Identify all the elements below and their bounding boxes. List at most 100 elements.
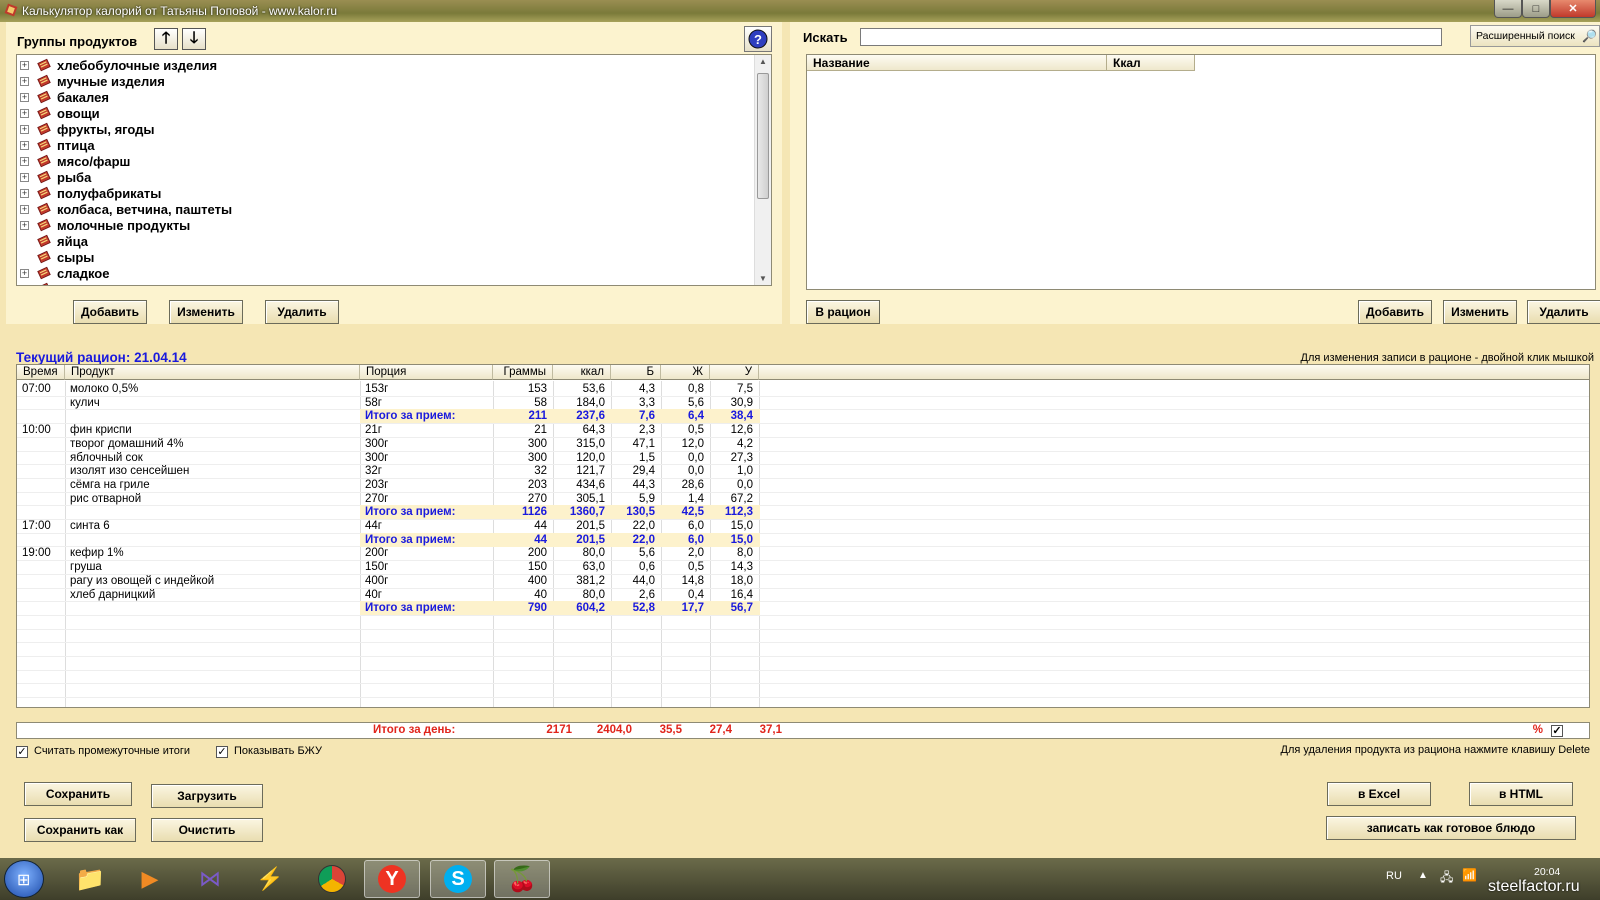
signal-icon[interactable]: 📶 [1462, 868, 1477, 882]
tree-item-group[interactable]: яйца [17, 233, 752, 249]
meal-total-row[interactable]: Итого за прием: 790 604,2 52,8 17,7 56,7 [360, 601, 760, 616]
expand-icon[interactable]: + [20, 76, 29, 86]
diet-table[interactable]: Время Продукт Порция Граммы ккал Б Ж У 07:00 мол… [16, 364, 1590, 708]
taskbar-yandex[interactable]: Y [364, 860, 420, 898]
tree-item-group[interactable]: сыры [17, 249, 752, 265]
tree-item-group[interactable]: + сладкое [17, 265, 752, 281]
meal-total-row[interactable]: Итого за прием: 1126 1360,7 130,5 42,5 112,3 [360, 505, 760, 520]
html-button[interactable]: в HTML [1469, 782, 1573, 806]
start-button[interactable]: ⊞ [4, 860, 44, 898]
minimize-button[interactable]: — [1494, 0, 1522, 18]
tree-item-group[interactable]: + бакалея [17, 89, 752, 105]
tree-item-group[interactable]: + полуфабрикаты [17, 185, 752, 201]
tree-item-group[interactable]: + птица [17, 137, 752, 153]
taskbar-skype[interactable]: S [430, 860, 486, 898]
network-icon[interactable]: 🖧 [1440, 868, 1453, 889]
load-button[interactable]: Загрузить [151, 784, 263, 808]
expand-icon[interactable]: + [20, 140, 29, 150]
column-header-name[interactable]: Название [807, 55, 1107, 71]
table-row[interactable]: хлеб дарницкий 40г 40 80,0 2,6 0,4 16,4 [17, 588, 1589, 602]
meal-total-row[interactable]: Итого за прием: 211 237,6 7,6 6,4 38,4 [360, 409, 760, 424]
scroll-down-icon[interactable]: ▼ [759, 274, 767, 283]
help-button[interactable]: ? [744, 26, 772, 52]
product-groups-tree[interactable]: + хлебобулочные изделия + мучные изделия + ба… [16, 54, 772, 286]
table-row[interactable]: кулич 58г 58 184,0 3,3 5,6 30,9 [17, 396, 1589, 410]
column-header-kcal[interactable]: ккал [553, 365, 611, 380]
tree-item-group[interactable]: + масла, жиры [17, 281, 752, 285]
expand-icon[interactable]: + [20, 188, 29, 198]
meal-total-row[interactable]: Итого за прием: 44 201,5 22,0 6,0 15,0 [360, 532, 760, 547]
expand-icon[interactable]: + [20, 284, 29, 285]
tree-item-group[interactable]: + рыба [17, 169, 752, 185]
product-delete-button[interactable]: Удалить [1527, 300, 1600, 324]
expand-icon[interactable]: + [20, 60, 29, 70]
expand-icon[interactable]: + [20, 156, 29, 166]
expand-icon[interactable]: + [20, 172, 29, 182]
group-edit-button[interactable]: Изменить [169, 300, 243, 324]
table-row[interactable]: 17:00 синта 6 44г 44 201,5 22,0 6,0 15,0 [17, 519, 1589, 533]
table-row[interactable]: рис отварной 270г 270 305,1 5,9 1,4 67,2 [17, 492, 1589, 506]
table-row[interactable]: сёмга на гриле 203г 203 434,6 44,3 28,6 0,0 [17, 478, 1589, 492]
column-header-carbs[interactable]: У [710, 365, 759, 380]
search-input[interactable] [860, 28, 1442, 46]
maximize-button[interactable]: □ [1522, 0, 1550, 18]
column-header-protein[interactable]: Б [611, 365, 661, 380]
scroll-up-icon[interactable]: ▲ [759, 57, 767, 66]
column-header-portion[interactable]: Порция [360, 365, 493, 380]
taskbar-visual-studio[interactable]: ⋈ [182, 860, 238, 898]
table-row[interactable]: яблочный сок 300г 300 120,0 1,5 0,0 27,3 [17, 451, 1589, 465]
column-header-product[interactable]: Продукт [65, 365, 360, 380]
expand-icon[interactable]: + [20, 204, 29, 214]
intermediate-checkbox[interactable]: ✓ [16, 746, 28, 758]
expand-icon[interactable]: + [20, 108, 29, 118]
close-button[interactable]: ✕ [1550, 0, 1596, 18]
column-header-grams[interactable]: Граммы [493, 365, 553, 380]
tree-item-group[interactable]: + мучные изделия [17, 73, 752, 89]
table-row[interactable]: 19:00 кефир 1% 200г 200 80,0 5,6 2,0 8,0 [17, 546, 1589, 560]
sort-up-button[interactable]: 🡑 [154, 28, 178, 50]
save-as-button[interactable]: Сохранить как [24, 818, 136, 842]
column-header-kcal[interactable]: Ккал [1107, 55, 1195, 71]
show-bju-checkbox[interactable]: ✓ [216, 746, 228, 758]
expand-icon[interactable]: + [20, 92, 29, 102]
column-header-time[interactable]: Время [17, 365, 65, 380]
taskbar-media-player[interactable]: ▶ [122, 860, 178, 898]
tree-item-group[interactable]: + хлебобулочные изделия [17, 57, 752, 73]
scroll-thumb[interactable] [757, 73, 769, 199]
tree-item-group[interactable]: + молочные продукты [17, 217, 752, 233]
product-add-button[interactable]: Добавить [1358, 300, 1432, 324]
language-indicator[interactable]: RU [1386, 870, 1402, 882]
to-diet-button[interactable]: В рацион [806, 300, 880, 324]
save-button[interactable]: Сохранить [24, 782, 132, 806]
taskbar-chrome[interactable] [304, 860, 360, 898]
expand-icon[interactable]: + [20, 220, 29, 230]
tree-item-group[interactable]: + колбаса, ветчина, паштеты [17, 201, 752, 217]
table-row[interactable]: груша 150г 150 63,0 0,6 0,5 14,3 [17, 560, 1589, 574]
table-row[interactable]: 10:00 фин криспи 21г 21 64,3 2,3 0,5 12,6 [17, 423, 1589, 437]
table-row[interactable]: творог домашний 4% 300г 300 315,0 47,1 12,0 4,… [17, 437, 1589, 451]
group-add-button[interactable]: Добавить [73, 300, 147, 324]
percent-checkbox[interactable]: ✓ [1551, 725, 1563, 737]
search-results-grid[interactable]: Название Ккал [806, 54, 1596, 290]
taskbar-calorie-calculator[interactable]: 🍒 [494, 860, 550, 898]
show-hidden-icons[interactable]: ▲ [1418, 870, 1428, 881]
taskbar-winamp[interactable]: ⚡ [242, 860, 298, 898]
sort-down-button[interactable]: 🡓 [182, 28, 206, 50]
save-dish-button[interactable]: записать как готовое блюдо [1326, 816, 1576, 840]
table-row[interactable]: 07:00 молоко 0,5% 153г 153 53,6 4,3 0,8 7,5 [17, 382, 1589, 396]
tree-scrollbar[interactable]: ▲ ▼ [754, 55, 771, 285]
column-header-fat[interactable]: Ж [661, 365, 710, 380]
expand-icon[interactable]: + [20, 124, 29, 134]
table-row[interactable]: рагу из овощей с индейкой 400г 400 381,2 44,… [17, 574, 1589, 588]
product-edit-button[interactable]: Изменить [1443, 300, 1517, 324]
tree-item-group[interactable]: + овощи [17, 105, 752, 121]
clear-button[interactable]: Очистить [151, 818, 263, 842]
table-row[interactable]: изолят изо сенсейшен 32г 32 121,7 29,4 0,0 1,0 [17, 464, 1589, 478]
expand-icon[interactable]: + [20, 268, 29, 278]
excel-button[interactable]: в Excel [1327, 782, 1431, 806]
group-delete-button[interactable]: Удалить [265, 300, 339, 324]
taskbar-explorer[interactable]: 📁 [62, 860, 118, 898]
clock[interactable]: 20:04 [1534, 866, 1560, 878]
advanced-search-button[interactable]: Расширенный поиск 🔎 [1470, 25, 1600, 47]
tree-item-group[interactable]: + мясо/фарш [17, 153, 752, 169]
